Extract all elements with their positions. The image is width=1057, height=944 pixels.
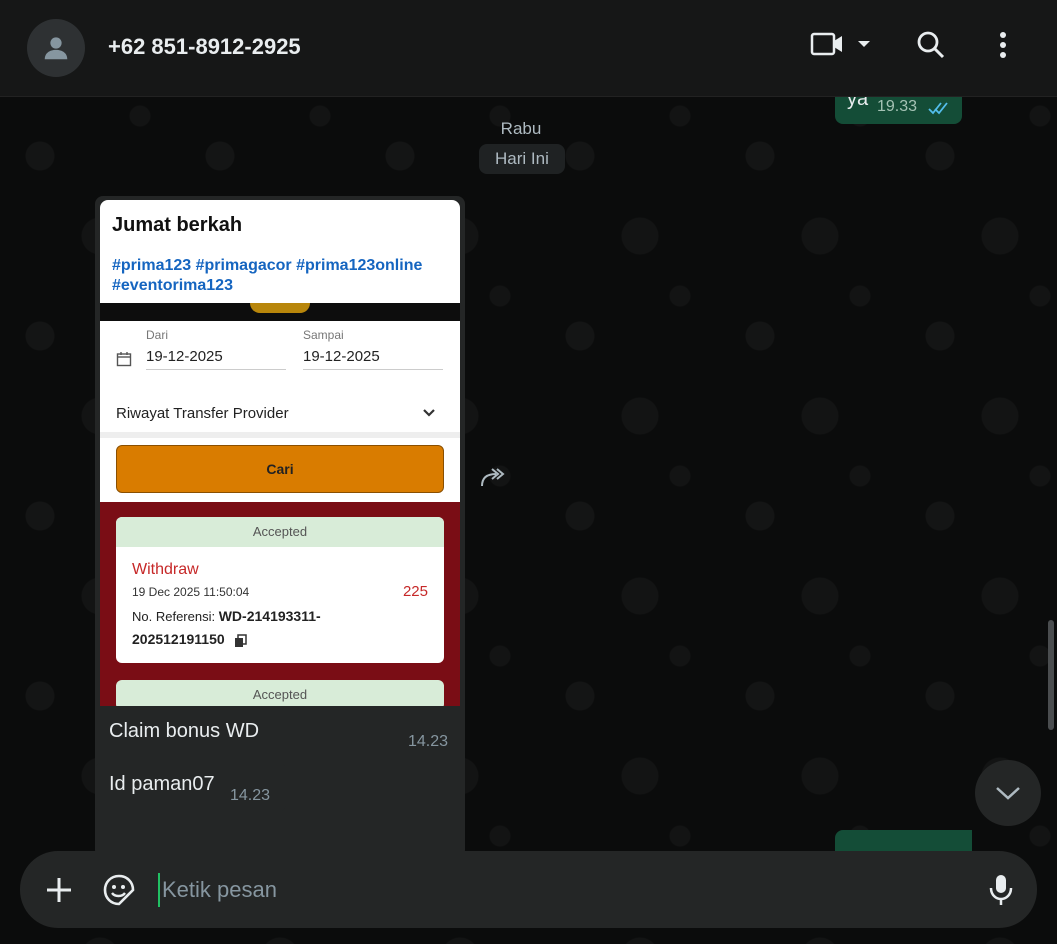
sticker-button[interactable]: [102, 873, 136, 912]
more-vertical-icon: [1000, 32, 1006, 58]
image-caption-title: Jumat berkah: [112, 214, 243, 236]
image-hashtags: #prima123 #primagacor #prima123online #e…: [112, 257, 423, 294]
microphone-icon: [989, 875, 1013, 905]
caret-down-icon: [858, 41, 870, 47]
message-time: 14.23: [408, 733, 449, 750]
logo-fragment: [250, 303, 310, 313]
transaction-reference: No. Referensi: WD-214193311-202512191150: [132, 605, 382, 651]
message-composer: [20, 851, 1037, 928]
contact-avatar[interactable]: [27, 19, 85, 77]
transaction-status: Accepted: [116, 517, 444, 547]
plus-icon: [47, 878, 71, 902]
transaction-datetime: 19 Dec 2025 11:50:04: [132, 585, 250, 599]
from-label: Dari: [146, 328, 169, 342]
copy-icon: [235, 633, 248, 647]
transaction-type: Withdraw: [132, 561, 199, 578]
person-icon: [44, 37, 68, 60]
to-value: 19-12-2025: [303, 348, 443, 370]
date-separator: Rabu: [480, 114, 562, 144]
date-label: Hari Ini: [495, 149, 549, 168]
search-button-image: Cari: [116, 445, 444, 493]
chat-header: +62 851-8912-2925: [0, 0, 1057, 97]
transaction-card: Accepted: [116, 680, 444, 706]
chevron-down-icon: [996, 787, 1020, 800]
forward-icon: [481, 468, 505, 487]
transaction-list: Accepted Withdraw 19 Dec 2025 11:50:04 2…: [100, 502, 460, 706]
video-camera-icon: [810, 32, 842, 56]
attach-button[interactable]: [44, 875, 74, 910]
sticker-icon: [103, 874, 135, 906]
message-text: Claim bonus WD: [109, 720, 260, 742]
message-time: 14.23: [230, 787, 271, 804]
chevron-down-icon: [423, 409, 435, 417]
provider-dropdown: Riwayat Transfer Provider: [116, 405, 289, 422]
message-image[interactable]: Jumat berkah #prima123 #primagacor #prim…: [100, 200, 460, 706]
forward-button[interactable]: [478, 464, 508, 495]
voice-message-button[interactable]: [988, 873, 1014, 912]
contact-name[interactable]: +62 851-8912-2925: [108, 34, 301, 60]
incoming-message[interactable]: Id paman07 14.23: [95, 762, 286, 812]
scroll-to-bottom-button[interactable]: [975, 760, 1041, 826]
ref-label: No. Referensi:: [132, 609, 216, 624]
video-call-button[interactable]: [810, 30, 874, 58]
message-input[interactable]: [158, 873, 964, 907]
date-label: Rabu: [500, 119, 542, 138]
search-icon: [917, 31, 945, 59]
transaction-amount: 225: [402, 583, 428, 600]
from-value: 19-12-2025: [146, 348, 286, 370]
chat-scrollbar[interactable]: [1048, 620, 1054, 730]
calendar-icon: [116, 352, 132, 367]
divider: [100, 432, 460, 438]
search-button[interactable]: [916, 30, 946, 60]
message-text: ya: [847, 96, 869, 110]
message-time: 19.33: [877, 98, 918, 115]
read-ticks-icon: [928, 102, 948, 115]
date-separator: Hari Ini: [479, 144, 565, 174]
to-label: Sampai: [303, 328, 344, 342]
message-text: Id paman07: [109, 773, 215, 795]
transaction-status: Accepted: [116, 680, 444, 706]
transaction-card: Accepted Withdraw 19 Dec 2025 11:50:04 2…: [116, 517, 444, 663]
menu-button[interactable]: [990, 30, 1016, 60]
outgoing-message[interactable]: ya 19.33: [835, 96, 962, 124]
